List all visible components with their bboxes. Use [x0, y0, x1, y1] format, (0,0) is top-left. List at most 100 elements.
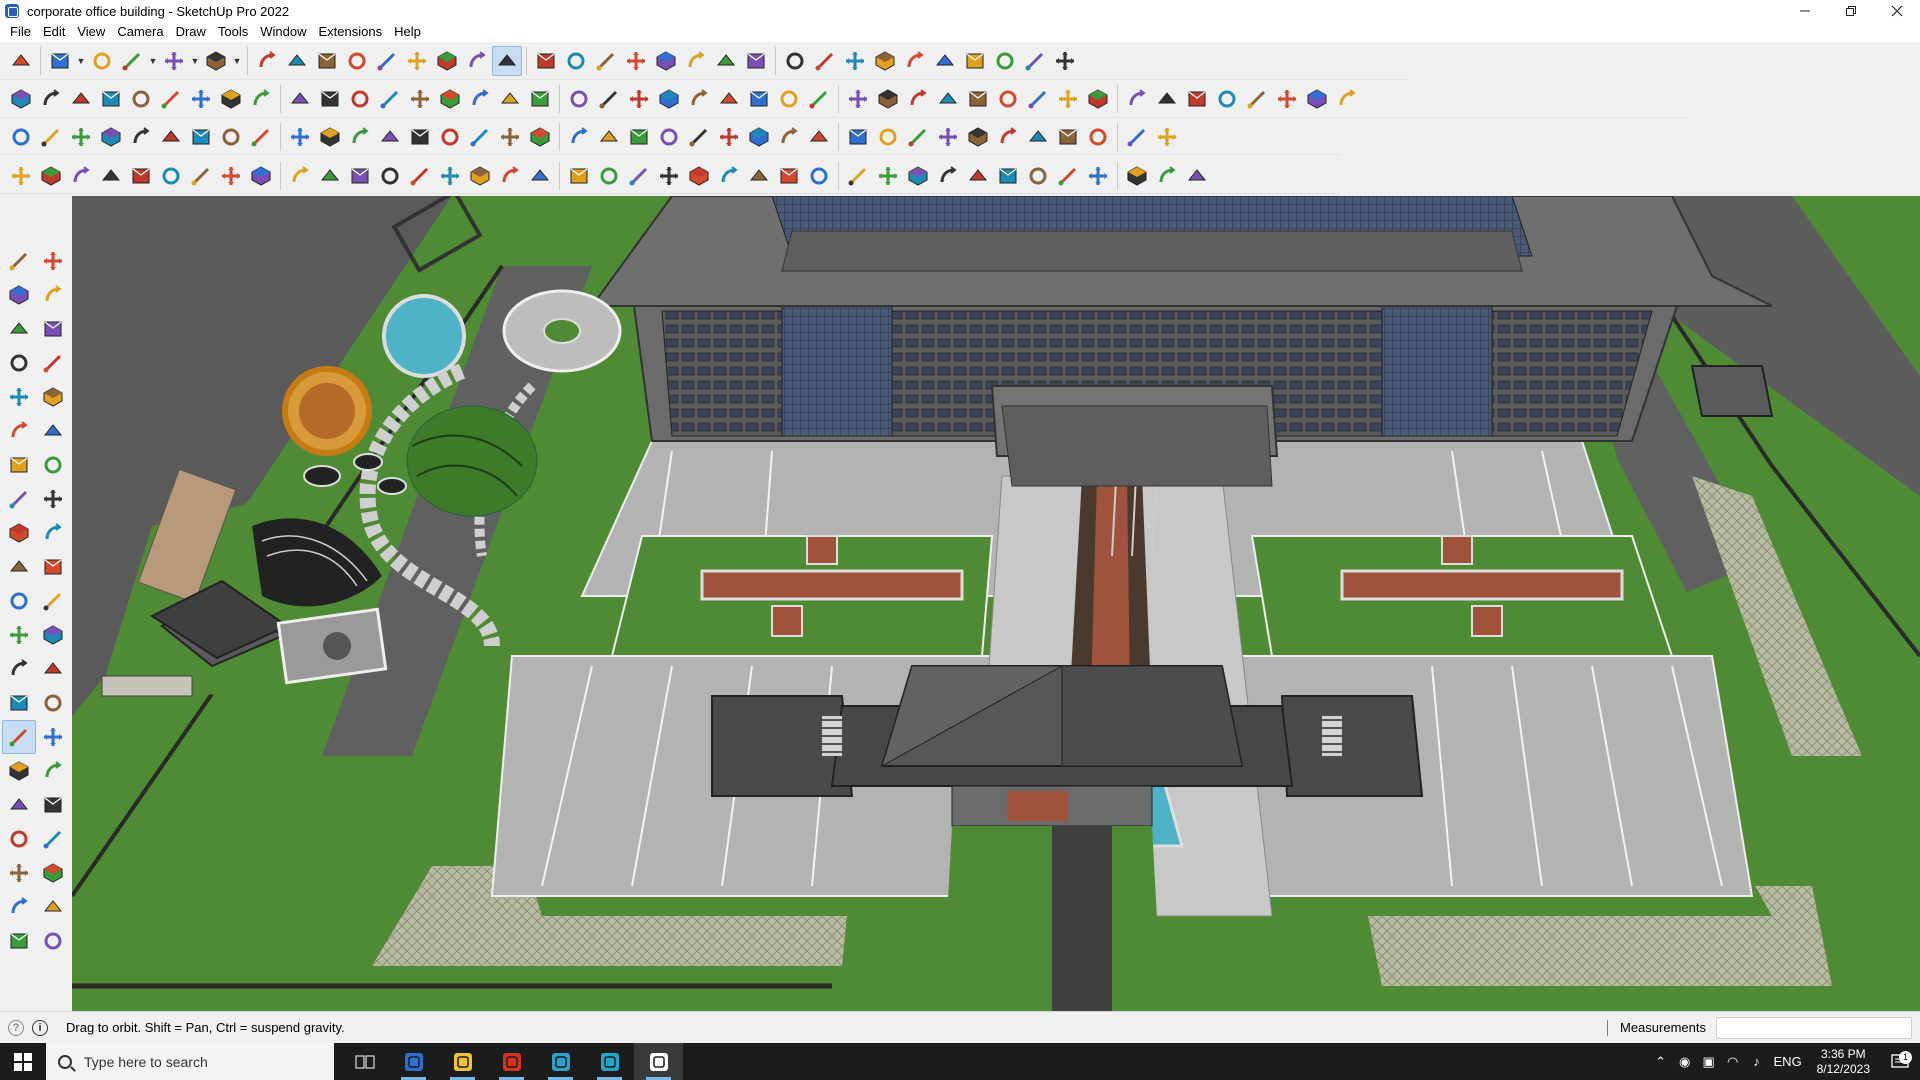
edge-icon[interactable]	[585, 1043, 634, 1080]
pan-icon[interactable]	[36, 720, 70, 754]
paint-icon[interactable]	[2, 278, 36, 312]
polygon-icon[interactable]	[36, 414, 70, 448]
row4-tool-icon[interactable]	[465, 161, 495, 191]
section-plane-icon[interactable]	[36, 856, 70, 890]
row3-tool-icon[interactable]	[564, 122, 594, 152]
xray2-icon[interactable]	[36, 924, 70, 958]
row3-tool-icon[interactable]	[525, 122, 555, 152]
offset-icon[interactable]	[36, 584, 70, 618]
row3-tool-icon[interactable]	[624, 122, 654, 152]
row3-tool-icon[interactable]	[186, 122, 216, 152]
row2-tool-icon[interactable]	[216, 84, 246, 114]
row4-tool-icon[interactable]	[96, 161, 126, 191]
row2-tool-icon[interactable]	[933, 84, 963, 114]
row4-tool-icon[interactable]	[714, 161, 744, 191]
dropdown-caret-icon[interactable]: ▼	[231, 46, 243, 76]
display-cuts-icon[interactable]	[2, 924, 36, 958]
row3-tool-icon[interactable]	[843, 122, 873, 152]
3dtext-icon[interactable]	[36, 686, 70, 720]
row3-tool-icon[interactable]	[1122, 122, 1152, 152]
row3-tool-icon[interactable]	[714, 122, 744, 152]
row3-tool-icon[interactable]	[375, 122, 405, 152]
tape-icon[interactable]	[36, 312, 70, 346]
row2-tool-icon[interactable]	[126, 84, 156, 114]
row2-tool-icon[interactable]	[66, 84, 96, 114]
row4-tool-icon[interactable]	[873, 161, 903, 191]
calculator-icon[interactable]	[389, 1043, 438, 1080]
file-explorer-icon[interactable]	[438, 1043, 487, 1080]
row2-tool-icon[interactable]	[594, 84, 624, 114]
dimension-icon[interactable]	[36, 618, 70, 652]
lasso-icon[interactable]	[159, 46, 189, 76]
component-icon[interactable]	[2, 312, 36, 346]
row4-tool-icon[interactable]	[804, 161, 834, 191]
sketchup-icon[interactable]	[634, 1043, 683, 1080]
row2-tool-icon[interactable]	[1272, 84, 1302, 114]
row2-tool-icon[interactable]	[1122, 84, 1152, 114]
clock[interactable]: 3:36 PM 8/12/2023	[1817, 1047, 1870, 1077]
row3-tool-icon[interactable]	[933, 122, 963, 152]
chevron-up-icon[interactable]: ⌃	[1649, 1054, 1673, 1070]
orbit-tool-icon[interactable]	[2, 720, 36, 754]
shape-icon[interactable]	[201, 46, 231, 76]
eraser-icon[interactable]	[36, 278, 70, 312]
sort-icon[interactable]	[870, 46, 900, 76]
row2-tool-icon[interactable]	[1182, 84, 1212, 114]
orbit-icon[interactable]	[36, 244, 70, 278]
menu-tools[interactable]: Tools	[212, 22, 254, 42]
row2-tool-icon[interactable]	[315, 84, 345, 114]
protractor-icon[interactable]	[2, 652, 36, 686]
warehouse-icon[interactable]	[780, 46, 810, 76]
row2-tool-icon[interactable]	[405, 84, 435, 114]
paint-icon[interactable]	[462, 46, 492, 76]
row2-tool-icon[interactable]	[36, 84, 66, 114]
layers-icon[interactable]	[681, 46, 711, 76]
row4-tool-icon[interactable]	[126, 161, 156, 191]
menu-camera[interactable]: Camera	[111, 22, 169, 42]
row4-tool-icon[interactable]	[435, 161, 465, 191]
row4-tool-icon[interactable]	[315, 161, 345, 191]
walk-icon[interactable]	[2, 822, 36, 856]
select-icon[interactable]	[2, 244, 36, 278]
row4-tool-icon[interactable]	[186, 161, 216, 191]
zoom-extents-icon[interactable]	[591, 46, 621, 76]
circle-icon[interactable]	[2, 414, 36, 448]
row3-tool-icon[interactable]	[774, 122, 804, 152]
minimize-icon[interactable]	[1782, 0, 1828, 22]
select-icon[interactable]	[45, 46, 75, 76]
row2-tool-icon[interactable]	[285, 84, 315, 114]
section-icon[interactable]	[651, 46, 681, 76]
row3-tool-icon[interactable]	[285, 122, 315, 152]
xray-icon[interactable]	[621, 46, 651, 76]
row3-tool-icon[interactable]	[126, 122, 156, 152]
row2-tool-icon[interactable]	[993, 84, 1023, 114]
rectangle-icon[interactable]	[2, 380, 36, 414]
row3-tool-icon[interactable]	[405, 122, 435, 152]
row3-tool-icon[interactable]	[66, 122, 96, 152]
pie-icon[interactable]	[36, 448, 70, 482]
language-indicator[interactable]: ENG	[1769, 1054, 1807, 1069]
row2-tool-icon[interactable]	[564, 84, 594, 114]
menu-help[interactable]: Help	[388, 22, 427, 42]
line-icon[interactable]	[2, 346, 36, 380]
display-section-icon[interactable]	[36, 890, 70, 924]
teams-icon[interactable]	[536, 1043, 585, 1080]
row4-tool-icon[interactable]	[495, 161, 525, 191]
freehand-icon[interactable]	[36, 346, 70, 380]
row4-tool-icon[interactable]	[375, 161, 405, 191]
info-icon[interactable]: i	[32, 1019, 48, 1036]
ruby-icon[interactable]	[1050, 46, 1080, 76]
row2-tool-icon[interactable]	[744, 84, 774, 114]
row3-tool-icon[interactable]	[654, 122, 684, 152]
add-location-icon[interactable]	[840, 46, 870, 76]
row2-tool-icon[interactable]	[1332, 84, 1362, 114]
orbit-icon[interactable]	[492, 45, 522, 76]
look-around-icon[interactable]	[36, 822, 70, 856]
measurements-input[interactable]	[1716, 1017, 1912, 1039]
move-icon[interactable]	[312, 46, 342, 76]
extension-icon[interactable]	[810, 46, 840, 76]
row2-tool-icon[interactable]	[963, 84, 993, 114]
row2-tool-icon[interactable]	[1242, 84, 1272, 114]
scale-icon[interactable]	[372, 46, 402, 76]
dropdown-caret-icon[interactable]: ▼	[147, 46, 159, 76]
